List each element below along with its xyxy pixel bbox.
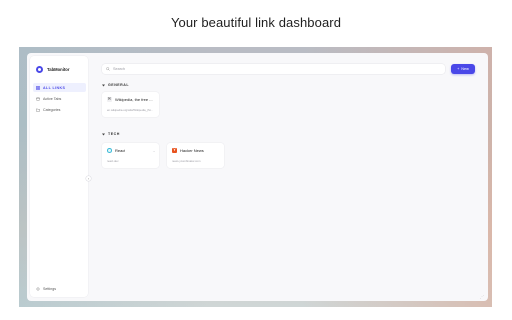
search-icon	[106, 67, 110, 71]
section-header-general[interactable]: GENERAL	[102, 83, 129, 87]
card-title: Wikipedia, the free ...	[115, 97, 153, 102]
grid-icon	[36, 85, 40, 90]
caret-down-icon	[102, 133, 105, 135]
section-title: TECH	[108, 132, 120, 136]
sidebar-item-label: Categories	[43, 107, 61, 112]
sidebar-item-categories[interactable]: Categories	[33, 105, 86, 114]
section-header-tech[interactable]: TECH	[102, 132, 120, 136]
search-bar[interactable]: Search	[102, 64, 445, 74]
more-icon[interactable]: ···	[153, 149, 156, 154]
card-title: React	[115, 148, 126, 153]
hacker-news-favicon-icon: Y	[172, 147, 177, 153]
app-name: TabMonitor	[47, 67, 70, 72]
wikipedia-favicon-icon: W	[107, 96, 112, 102]
link-card-hacker-news[interactable]: Y Hacker News news.ycombinator.com	[167, 143, 224, 168]
collapse-sidebar-button[interactable]: ‹	[86, 176, 91, 181]
link-card-react[interactable]: React react.dev ···	[102, 143, 159, 168]
sidebar-nav: ALL LINKS Active Tabs Categories	[33, 83, 86, 116]
settings-button[interactable]: Settings	[36, 287, 56, 291]
sidebar-item-label: ALL LINKS	[43, 85, 66, 90]
card-url: en.wikipedia.org/wiki/Wikipedia_(Si...	[107, 108, 153, 112]
search-input[interactable]: Search	[113, 67, 125, 71]
gear-icon	[36, 287, 40, 291]
card-url: news.ycombinator.com	[172, 159, 201, 163]
sidebar-item-all-links[interactable]: ALL LINKS	[33, 83, 86, 92]
app-window: TabMonitor ALL LINKS Active Tabs Categor…	[27, 53, 488, 301]
brand[interactable]: TabMonitor	[36, 66, 69, 73]
page-headline: Your beautiful link dashboard	[170, 15, 342, 30]
chevron-left-icon: ‹	[87, 175, 90, 181]
settings-label: Settings	[43, 287, 56, 291]
new-link-button[interactable]: + New	[451, 64, 475, 74]
new-button-label: New	[461, 67, 469, 71]
react-favicon-icon	[107, 148, 112, 153]
tabs-icon	[36, 97, 40, 100]
section-title: GENERAL	[108, 83, 130, 87]
sidebar-item-active-tabs[interactable]: Active Tabs	[33, 94, 86, 103]
sidebar: TabMonitor ALL LINKS Active Tabs Categor…	[30, 56, 88, 297]
folder-icon	[36, 108, 40, 111]
card-url: react.dev	[107, 159, 119, 163]
link-card-wikipedia[interactable]: W Wikipedia, the free ... en.wikipedia.o…	[102, 92, 159, 117]
plus-icon: +	[457, 67, 460, 71]
sidebar-item-label: Active Tabs	[43, 96, 62, 101]
caret-down-icon	[102, 84, 105, 86]
logo-icon	[36, 66, 43, 73]
resize-grip-icon[interactable]: ⋰	[480, 294, 484, 299]
card-title: Hacker News	[180, 148, 204, 153]
